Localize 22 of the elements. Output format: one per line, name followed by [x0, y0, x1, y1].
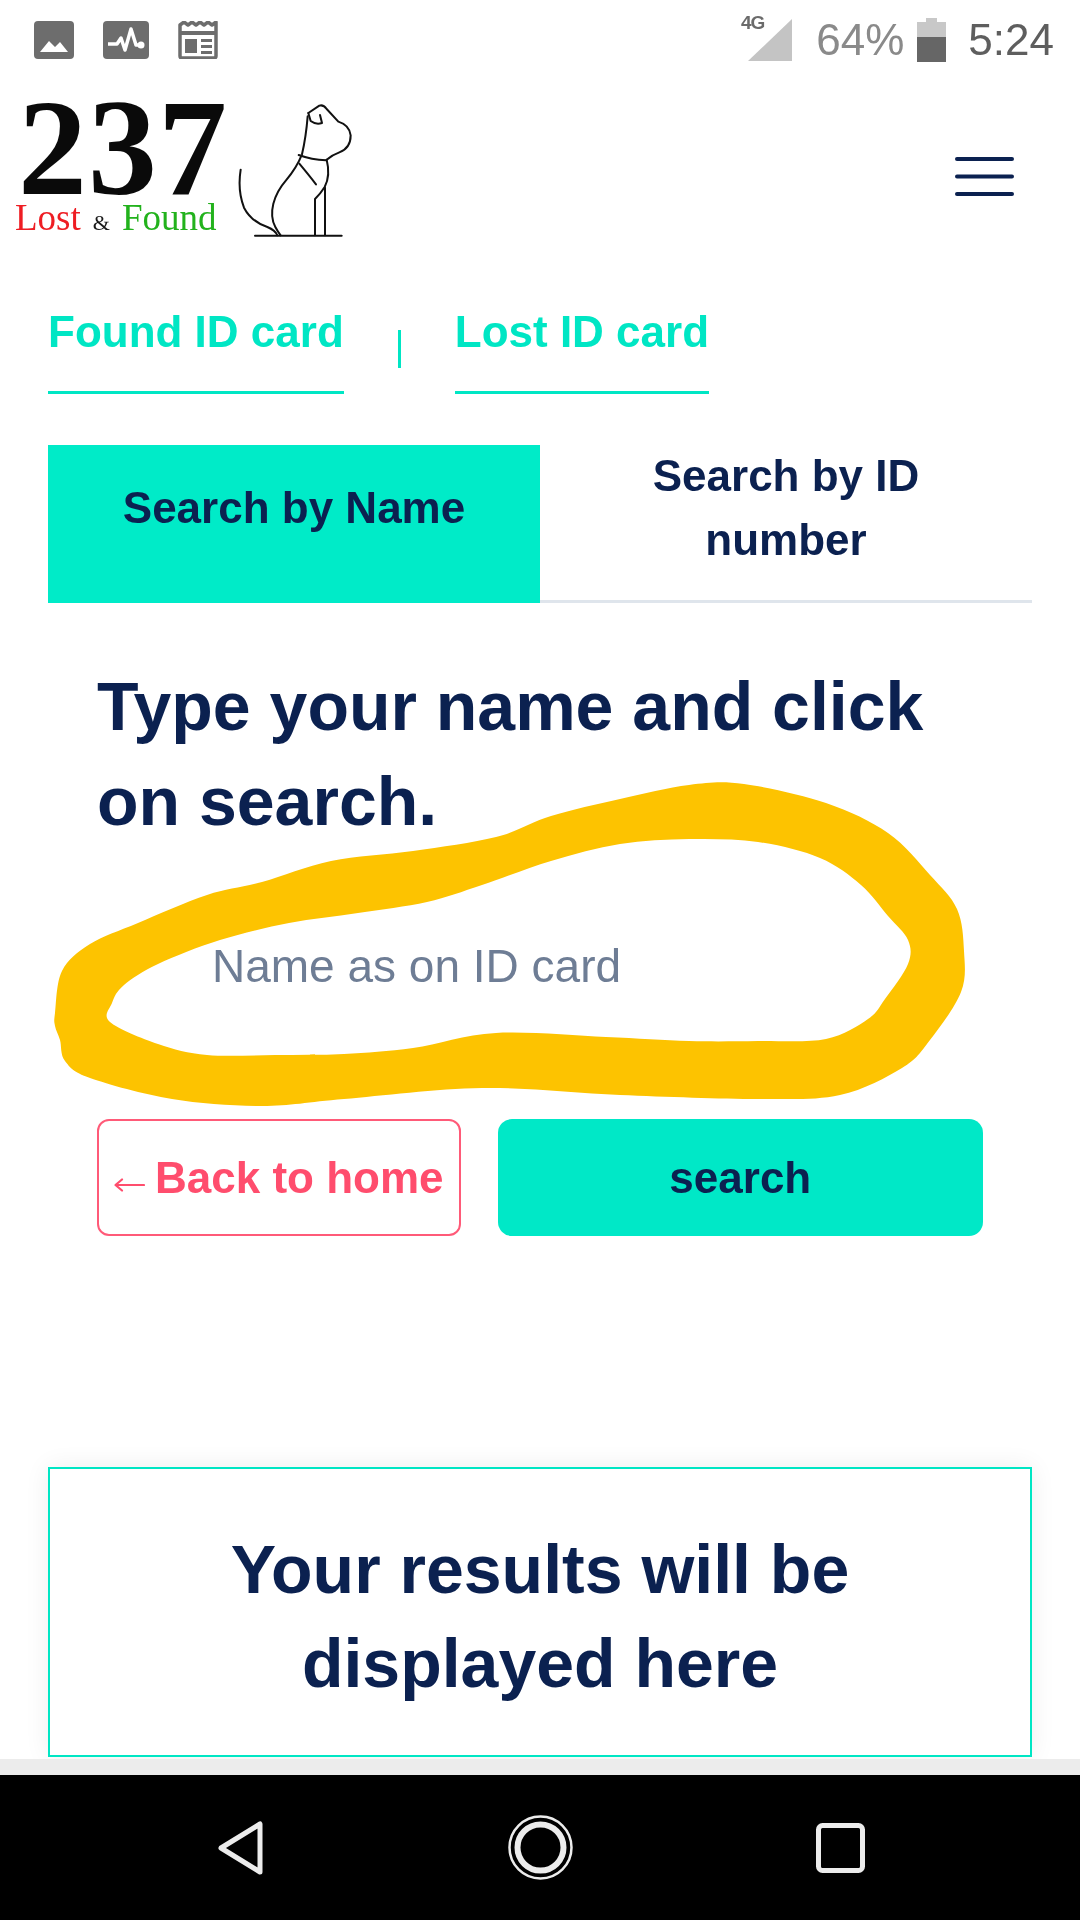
home-icon[interactable] — [507, 1815, 573, 1880]
activity-icon — [103, 21, 149, 59]
results-message: Your results will be displayed here — [229, 1530, 851, 1703]
search-tab[interactable]: Search by Name — [48, 445, 540, 603]
logo-tagline-word: Found — [121, 200, 217, 236]
battery-percent: 64% — [816, 15, 905, 65]
dog-logo-icon — [238, 103, 353, 237]
network-type-label: 4G — [740, 13, 765, 33]
image-icon — [34, 21, 74, 59]
name-input[interactable]: Name as on ID card — [200, 935, 900, 997]
recents-icon[interactable] — [815, 1822, 865, 1873]
logo-tagline-word: Lost — [15, 200, 81, 236]
battery-icon — [917, 18, 947, 62]
search-button[interactable]: search — [497, 1119, 983, 1236]
logo-ampersand: & — [92, 209, 110, 237]
menu-icon[interactable] — [955, 157, 1014, 196]
newspaper-icon — [177, 21, 219, 59]
clock-time: 5:24 — [968, 15, 1054, 65]
arrow-left-icon — [114, 1177, 146, 1192]
back-icon[interactable] — [216, 1819, 264, 1876]
instruction-heading: Type your name and click on search. — [97, 667, 925, 841]
logo-number: 237 — [18, 100, 228, 196]
